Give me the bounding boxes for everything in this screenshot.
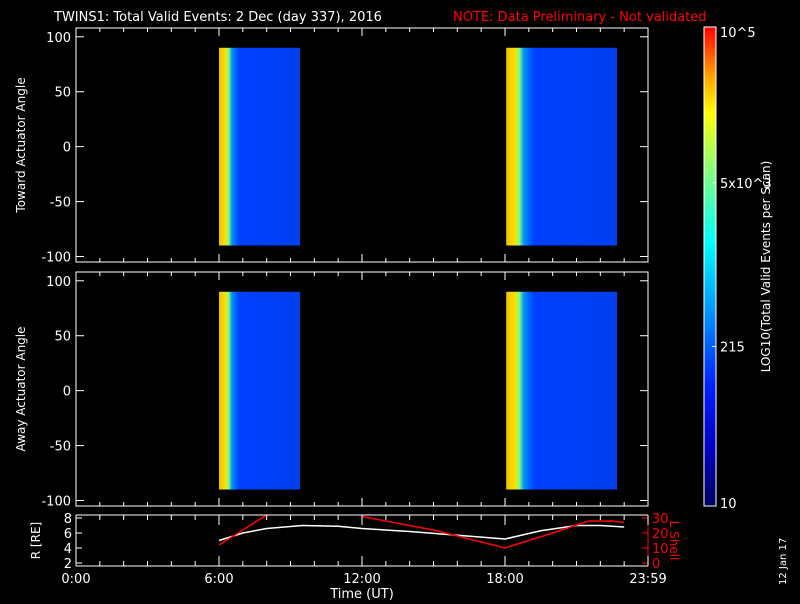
y-right-tick-label: 20 bbox=[652, 527, 669, 542]
y-tick-label: 50 bbox=[54, 86, 71, 101]
x-tick-label: 23:59 bbox=[629, 572, 666, 587]
colorbar-tick-label: 10^5 bbox=[720, 26, 756, 41]
heatmap-block-0 bbox=[219, 47, 301, 246]
preliminary-note: NOTE: Data Preliminary - Not validated bbox=[453, 10, 707, 25]
y-tick-label: 100 bbox=[46, 31, 71, 46]
y-axis-label: Toward Actuator Angle bbox=[14, 77, 28, 213]
y-right-tick-label: 30 bbox=[652, 512, 669, 527]
colorbar-label: LOG10(Total Valid Events per Scan) bbox=[759, 161, 773, 373]
y-right-tick-label: 0 bbox=[652, 557, 660, 572]
y-tick-label: -100 bbox=[41, 251, 71, 266]
y-right-axis-label: L Shell bbox=[667, 521, 681, 561]
x-tick-label: 12:00 bbox=[343, 572, 380, 587]
y-tick-label: -100 bbox=[41, 495, 71, 510]
x-tick-label: 0:00 bbox=[61, 572, 90, 587]
series-line-l-shell bbox=[361, 515, 625, 549]
y-tick-label: 6 bbox=[64, 527, 72, 542]
y-tick-label: 2 bbox=[64, 557, 72, 572]
twins-plot: TWINS1: Total Valid Events: 2 Dec (day 3… bbox=[14, 10, 789, 602]
heatmap-block-1 bbox=[506, 47, 618, 246]
heatmap-block-1 bbox=[506, 291, 618, 490]
colorbar-tick-label: 215 bbox=[720, 340, 745, 355]
y-right-tick-label: 10 bbox=[652, 542, 669, 557]
y-axis-label: R [RE] bbox=[29, 522, 43, 559]
footer-date: 12 Jan 17 bbox=[778, 538, 789, 585]
x-tick-label: 18:00 bbox=[486, 572, 523, 587]
y-axis-label: Away Actuator Angle bbox=[14, 326, 28, 451]
y-tick-label: 0 bbox=[63, 385, 71, 400]
y-tick-label: 4 bbox=[64, 542, 72, 557]
y-tick-label: 0 bbox=[63, 141, 71, 156]
colorbar bbox=[703, 26, 717, 507]
y-tick-label: -50 bbox=[50, 440, 71, 455]
colorbar-tick-label: 10 bbox=[720, 497, 737, 512]
y-tick-label: 50 bbox=[54, 330, 71, 345]
heatmap-block-0 bbox=[219, 291, 301, 490]
x-tick-label: 6:00 bbox=[204, 572, 233, 587]
x-axis-label: Time (UT) bbox=[329, 587, 394, 600]
y-tick-label: -50 bbox=[50, 196, 71, 211]
plot-title: TWINS1: Total Valid Events: 2 Dec (day 3… bbox=[53, 10, 382, 25]
y-tick-label: 100 bbox=[46, 275, 71, 290]
y-tick-label: 8 bbox=[64, 512, 72, 527]
